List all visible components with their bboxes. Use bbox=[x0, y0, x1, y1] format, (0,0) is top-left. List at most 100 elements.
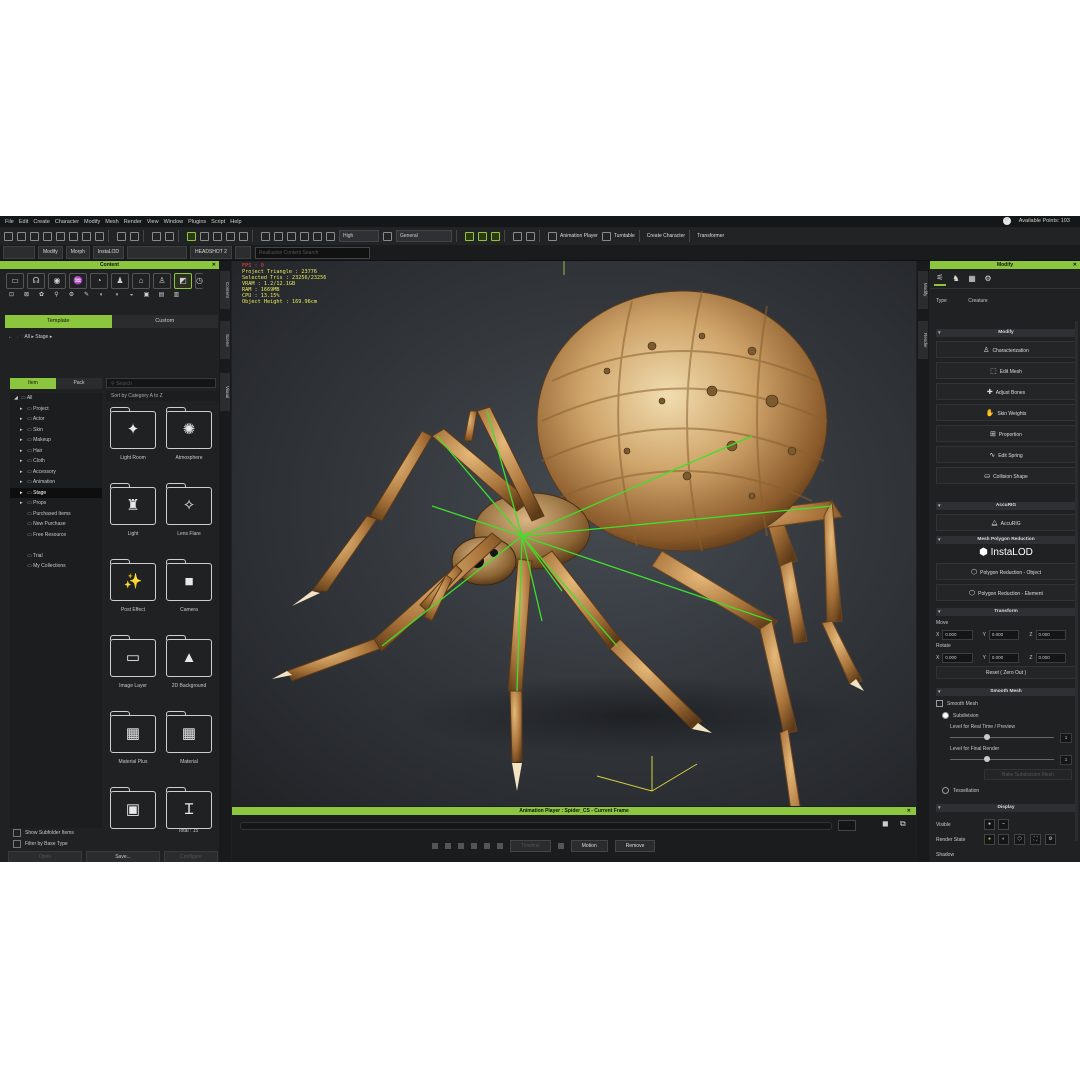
modify-characterization-button[interactable]: ♙ Characterization bbox=[936, 341, 1076, 358]
library-item[interactable]: ✦ Light Room bbox=[109, 407, 158, 461]
modify-skin-weights-button[interactable]: ✋ Skin Weights bbox=[936, 404, 1076, 421]
panel-close-icon[interactable]: ✕ bbox=[212, 261, 216, 269]
redo-icon[interactable] bbox=[165, 231, 174, 241]
settings-icon[interactable] bbox=[130, 231, 139, 241]
sub-icon-7[interactable]: ◐ bbox=[96, 291, 107, 301]
menu-item-plugins[interactable]: Plugins bbox=[188, 219, 206, 225]
rotate-y-input[interactable]: 0.000 bbox=[988, 653, 1020, 663]
library-item[interactable]: ▦ Material bbox=[165, 711, 214, 765]
menu-item-help[interactable]: Help bbox=[230, 219, 241, 225]
render-solid-icon[interactable]: ● bbox=[984, 834, 995, 845]
plugin-icon[interactable] bbox=[234, 246, 251, 259]
rotate-icon[interactable] bbox=[213, 231, 222, 241]
disabled-toolbar-button[interactable] bbox=[127, 246, 188, 259]
modify-adjust-bones-button[interactable]: ✚ Adjust Bones bbox=[936, 383, 1076, 400]
tab-custom[interactable]: Custom bbox=[111, 315, 218, 328]
import-icon[interactable] bbox=[56, 231, 65, 241]
frame-input[interactable] bbox=[838, 820, 856, 831]
rotate-x-input[interactable]: 0.000 bbox=[942, 653, 973, 663]
play-icon[interactable] bbox=[458, 843, 464, 849]
bake-subdivision-button[interactable]: Bake Subdivision Mesh bbox=[984, 769, 1072, 780]
section-display[interactable]: Display bbox=[936, 804, 1076, 812]
tree-item[interactable]: ▭ Free Resource bbox=[10, 530, 102, 541]
tree-item[interactable]: ▸ ▭ Cloth bbox=[10, 456, 102, 467]
tree-item[interactable]: ▸ ▭ Stage bbox=[10, 487, 102, 498]
side-tab-visual[interactable]: Visual bbox=[220, 373, 230, 411]
view-icon[interactable] bbox=[274, 231, 283, 241]
sub-icon-11[interactable]: ▤ bbox=[156, 291, 167, 301]
sub-icon-6[interactable]: ✎ bbox=[81, 291, 92, 301]
modify-edit-spring-button[interactable]: ∿ Edit Spring bbox=[936, 446, 1076, 463]
tree-item[interactable]: ◢ ▭ All bbox=[10, 393, 102, 404]
morph-toolbar-button[interactable]: Morph bbox=[65, 246, 90, 259]
scale-icon[interactable] bbox=[226, 231, 235, 241]
sub-icon-9[interactable]: ◒ bbox=[126, 291, 137, 301]
modify-collision-shape-button[interactable]: ⛀ Collision Shape bbox=[936, 467, 1076, 484]
3d-viewport[interactable]: FPS : 0 Project Triangle : 23776 Selected … bbox=[232, 261, 916, 806]
tree-arrow-icon[interactable]: ▸ bbox=[20, 467, 27, 478]
level-final-slider[interactable] bbox=[950, 756, 1054, 762]
morph-icon[interactable]: ♒ bbox=[69, 273, 87, 289]
library-item[interactable]: ▭ Image Layer bbox=[109, 635, 158, 689]
section-smooth-mesh[interactable]: Smooth Mesh bbox=[936, 688, 1076, 696]
hair-icon[interactable]: ◔ bbox=[90, 273, 108, 289]
menu-item-view[interactable]: View bbox=[147, 219, 159, 225]
section-transform[interactable]: Transform bbox=[936, 608, 1076, 616]
figure-icon[interactable]: ☊ bbox=[27, 273, 45, 289]
tree-item[interactable]: ▭ New Purchase bbox=[10, 519, 102, 530]
tab-template[interactable]: Template bbox=[5, 315, 112, 328]
panel-close-icon[interactable]: ✕ bbox=[1073, 261, 1077, 269]
record-icon[interactable] bbox=[557, 843, 564, 849]
save-icon[interactable] bbox=[30, 231, 39, 241]
tree-item[interactable]: ▸ ▭ Animation bbox=[10, 477, 102, 488]
snapshot-icon[interactable] bbox=[95, 231, 104, 241]
camera-icon[interactable] bbox=[313, 231, 322, 241]
prev-frame-icon[interactable] bbox=[445, 843, 451, 849]
headshot-toolbar-button[interactable]: HEADSHOT 2 bbox=[190, 246, 232, 259]
folder-icon[interactable]: ▭ bbox=[6, 273, 24, 289]
side-tab-modify[interactable]: Modify bbox=[918, 271, 928, 309]
show-subfolder-checkbox[interactable]: Show Subfolder Items bbox=[13, 829, 74, 837]
next-frame-icon[interactable] bbox=[471, 843, 477, 849]
back-icon[interactable]: ← bbox=[8, 334, 13, 340]
render-cube-icon[interactable]: ⬡ bbox=[1014, 834, 1025, 845]
library-item[interactable]: ▲ 2D Background bbox=[165, 635, 214, 689]
render-gear-icon[interactable]: ⚙ bbox=[1045, 834, 1056, 845]
render-icon[interactable] bbox=[82, 231, 91, 241]
subdivision-radio[interactable]: Subdivision bbox=[942, 712, 979, 719]
library-item[interactable]: ▦ Material Plus bbox=[109, 711, 158, 765]
slider-handle[interactable] bbox=[984, 756, 990, 762]
tree-item[interactable]: ▭ Trial bbox=[10, 551, 102, 562]
slider-handle[interactable] bbox=[984, 734, 990, 740]
library-search-input[interactable]: ⚲ Search bbox=[106, 378, 216, 388]
transformer-button[interactable]: Transformer bbox=[697, 233, 724, 239]
polygon-reduction-object-button[interactable]: ⬡ Polygon Reduction - Object bbox=[936, 563, 1076, 580]
accurig-button[interactable]: ⧋ AccuRIG bbox=[936, 514, 1076, 531]
accessory-icon[interactable]: ⌂ bbox=[132, 273, 150, 289]
menu-item-edit[interactable]: Edit bbox=[19, 219, 28, 225]
tree-arrow-icon[interactable]: ▸ bbox=[20, 435, 27, 446]
layout-icon[interactable] bbox=[526, 231, 535, 241]
polygon-reduction-element-button[interactable]: ⬡ Polygon Reduction - Element bbox=[936, 584, 1076, 601]
turntable-button[interactable]: Turntable bbox=[614, 233, 635, 239]
zoom-icon[interactable] bbox=[117, 231, 126, 241]
section-modify[interactable]: Modify bbox=[936, 329, 1076, 337]
bone-display-icon[interactable] bbox=[465, 231, 474, 241]
menu-item-create[interactable]: Create bbox=[33, 219, 50, 225]
library-icon[interactable] bbox=[69, 231, 78, 241]
tree-item[interactable] bbox=[10, 540, 102, 551]
new-file-icon[interactable] bbox=[4, 231, 13, 241]
tree-item[interactable]: ▭ My Collections bbox=[10, 561, 102, 572]
open-button[interactable]: Open bbox=[8, 851, 82, 862]
first-frame-icon[interactable] bbox=[432, 843, 438, 849]
loop-mode-icon[interactable] bbox=[497, 843, 503, 849]
visible-eye-icon[interactable]: ● bbox=[984, 819, 995, 830]
fit-icon[interactable] bbox=[300, 231, 309, 241]
save-button[interactable]: Save... bbox=[86, 851, 160, 862]
character-creator-button[interactable] bbox=[3, 246, 35, 259]
side-tab-render[interactable]: Render bbox=[918, 321, 928, 359]
menu-item-modify[interactable]: Modify bbox=[84, 219, 100, 225]
home-camera-icon[interactable] bbox=[261, 231, 270, 241]
sub-icon-5[interactable]: ⚙ bbox=[66, 291, 77, 301]
sub-icon-10[interactable]: ▣ bbox=[141, 291, 152, 301]
